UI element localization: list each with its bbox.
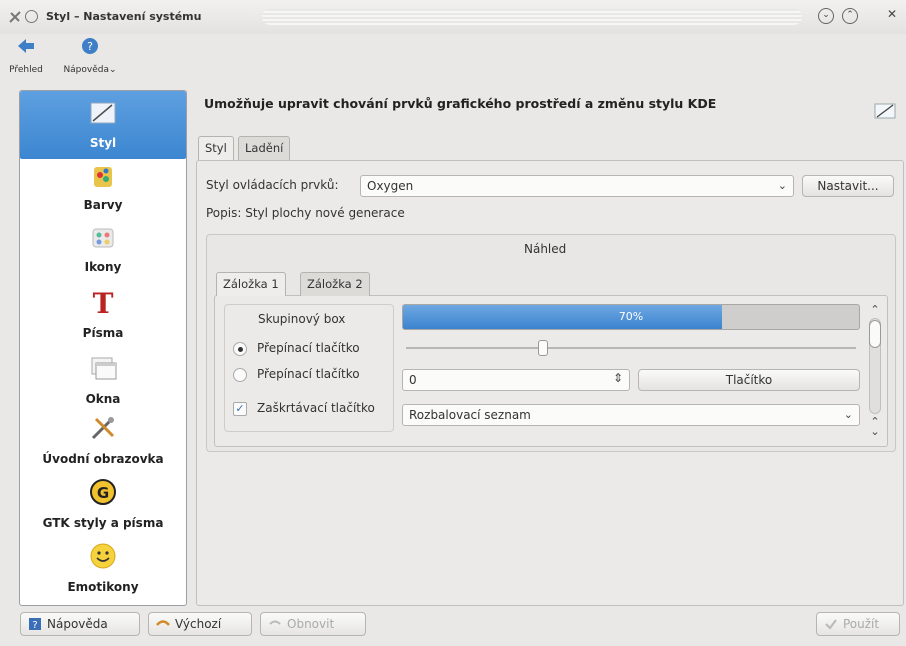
help-button-label: Nápověda xyxy=(47,617,108,631)
preview-combo-value: Rozbalovací seznam xyxy=(409,408,531,422)
tab-preview-1[interactable]: Záložka 1 xyxy=(216,272,286,296)
slider-track xyxy=(406,347,856,349)
svg-text:?: ? xyxy=(32,620,37,631)
radio-button-2[interactable] xyxy=(233,368,247,382)
groupbox-title: Skupinový box xyxy=(258,312,346,326)
toolbar: Přehled ? Nápověda⌄ xyxy=(0,34,906,84)
emoticons-icon xyxy=(90,543,116,569)
slider-handle[interactable] xyxy=(538,340,548,356)
help-icon: ? xyxy=(29,618,41,631)
reset-button[interactable]: Obnovit xyxy=(260,612,366,636)
chevron-down-icon: ⌄ xyxy=(777,179,787,192)
category-splash[interactable]: Úvodní obrazovka xyxy=(20,413,186,475)
reset-button-label: Obnovit xyxy=(287,617,335,631)
radio-label-2: Přepínací tlačítko xyxy=(257,367,360,381)
spin-arrows-icon: ⇕ xyxy=(612,371,623,385)
window-title: Styl – Nastavení systému xyxy=(46,10,202,23)
scroll-thumb[interactable] xyxy=(869,320,881,348)
category-label: Písma xyxy=(82,326,124,340)
overview-button[interactable]: Přehled xyxy=(6,36,46,75)
checkbox[interactable]: ✓ xyxy=(233,402,247,416)
preview-button[interactable]: Tlačítko xyxy=(638,369,860,391)
category-label: Styl xyxy=(89,136,117,150)
category-icons[interactable]: Ikony xyxy=(20,223,186,281)
pin-icon[interactable] xyxy=(25,10,38,23)
style-description: Popis: Styl plochy nové generace xyxy=(206,206,405,220)
close-button[interactable]: ✕ xyxy=(884,8,900,24)
help-button[interactable]: ? Nápověda xyxy=(20,612,140,636)
vertical-scrollbar[interactable]: ⌃ ⌃ ⌄ xyxy=(866,304,884,440)
fonts-icon: T xyxy=(93,287,114,320)
scroll-down-icon[interactable]: ⌄ xyxy=(868,426,882,438)
page-heading: Umožňuje upravit chování prvků grafickéh… xyxy=(204,96,717,111)
windows-icon xyxy=(91,357,117,380)
title-grip xyxy=(262,9,802,25)
minimize-button[interactable]: ⌄ xyxy=(818,8,834,24)
back-arrow-icon xyxy=(18,39,34,53)
icons-icon xyxy=(92,228,114,248)
category-label: Barvy xyxy=(83,198,123,212)
help-label: Nápověda xyxy=(63,65,109,75)
defaults-button-label: Výchozí xyxy=(175,617,222,631)
radio-button-1[interactable] xyxy=(233,342,247,356)
progress-bar: 70% xyxy=(402,304,860,330)
progress-text: 70% xyxy=(618,310,644,323)
tab-preview-2[interactable]: Záložka 2 xyxy=(300,272,370,296)
category-label: Ikony xyxy=(84,260,122,274)
svg-text:?: ? xyxy=(87,40,93,53)
preview-combo[interactable]: Rozbalovací seznam ⌄ xyxy=(402,404,860,426)
reset-icon xyxy=(269,620,281,625)
category-list: Styl Barvy Ikony T Písma Okna Úvodní obr… xyxy=(19,90,187,606)
chevron-down-icon: ⌄ xyxy=(109,65,117,75)
svg-text:G: G xyxy=(97,484,109,502)
style-icon xyxy=(874,103,896,119)
category-fonts[interactable]: T Písma xyxy=(20,287,186,345)
overview-label: Přehled xyxy=(9,65,43,75)
scroll-up-icon[interactable]: ⌃ xyxy=(868,304,882,316)
category-label: GTK styly a písma xyxy=(42,516,164,530)
title-bar: Styl – Nastavení systému ⌄ ⌃ ✕ xyxy=(0,0,906,34)
help-icon: ? xyxy=(82,38,98,54)
tab-style[interactable]: Styl xyxy=(198,136,234,160)
colors-icon xyxy=(94,167,112,187)
checkbox-label: Zaškrtávací tlačítko xyxy=(257,401,375,415)
check-icon xyxy=(825,619,837,630)
category-label: Úvodní obrazovka xyxy=(42,452,164,466)
category-label: Okna xyxy=(85,392,121,406)
apply-button-label: Použít xyxy=(843,617,880,631)
widget-style-value: Oxygen xyxy=(367,179,414,193)
tools-icon[interactable] xyxy=(8,10,22,24)
category-windows[interactable]: Okna xyxy=(20,353,186,411)
preview-title: Náhled xyxy=(524,242,567,256)
configure-button[interactable]: Nastavit... xyxy=(802,175,894,197)
maximize-button[interactable]: ⌃ xyxy=(842,8,858,24)
splash-icon xyxy=(91,417,115,440)
spin-box[interactable]: 0 ⇕ xyxy=(402,369,630,391)
widget-style-select[interactable]: Oxygen ⌄ xyxy=(360,175,794,197)
spin-value: 0 xyxy=(409,373,417,387)
help-menu-button[interactable]: ? Nápověda⌄ xyxy=(60,36,120,75)
defaults-icon xyxy=(156,620,170,626)
widget-style-label: Styl ovládacích prvků: xyxy=(206,178,339,192)
gtk-icon: G xyxy=(90,479,116,505)
category-style[interactable]: Styl xyxy=(20,91,186,159)
category-gtk[interactable]: G GTK styly a písma xyxy=(20,477,186,539)
category-emoticons[interactable]: Emotikony xyxy=(20,541,186,603)
category-colors[interactable]: Barvy xyxy=(20,161,186,219)
apply-button[interactable]: Použít xyxy=(816,612,900,636)
svg-text:T: T xyxy=(93,287,114,317)
tab-tuning[interactable]: Ladění xyxy=(238,136,291,160)
radio-label-1: Přepínací tlačítko xyxy=(257,341,360,355)
chevron-down-icon: ⌄ xyxy=(843,408,853,421)
defaults-button[interactable]: Výchozí xyxy=(148,612,252,636)
category-label: Emotikony xyxy=(67,580,139,594)
style-icon xyxy=(90,102,116,124)
